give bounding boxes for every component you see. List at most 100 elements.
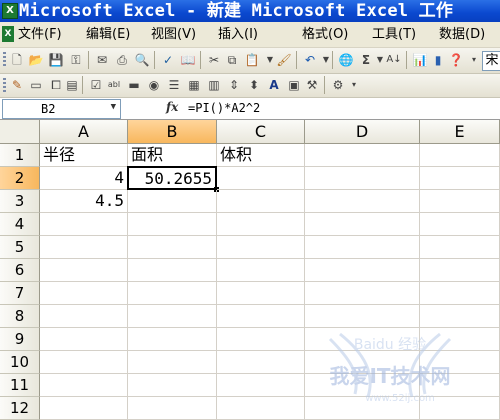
chart-wizard-icon[interactable]: 📊 <box>412 52 428 68</box>
name-box[interactable]: B2 ▼ <box>2 99 121 119</box>
cell-b9[interactable] <box>128 328 217 351</box>
column-header-c[interactable]: C <box>217 120 305 144</box>
cell-c2[interactable] <box>217 167 305 190</box>
cell-d3[interactable] <box>305 190 420 213</box>
column-header-b[interactable]: B <box>128 120 217 144</box>
cell-b8[interactable] <box>128 305 217 328</box>
cell-d4[interactable] <box>305 213 420 236</box>
row-header-12[interactable]: 12 <box>0 397 40 420</box>
toolbar-grip[interactable] <box>3 78 6 94</box>
row-header-6[interactable]: 6 <box>0 259 40 282</box>
label-control-icon[interactable]: ✎ <box>9 77 25 93</box>
sort-ascending-icon[interactable]: A↓ <box>386 52 402 68</box>
menu-format[interactable]: 格式(O) <box>302 22 348 47</box>
scroll-bar-icon[interactable]: ⇕ <box>226 77 242 93</box>
row-header-7[interactable]: 7 <box>0 282 40 305</box>
menu-insert[interactable]: 插入(I) <box>218 22 258 47</box>
menu-file[interactable]: 文件(F) <box>18 22 62 47</box>
cell-e6[interactable] <box>420 259 500 282</box>
column-header-a[interactable]: A <box>40 120 128 144</box>
row-header-11[interactable]: 11 <box>0 374 40 397</box>
cell-e4[interactable] <box>420 213 500 236</box>
cell-e2[interactable] <box>420 167 500 190</box>
cell-c4[interactable] <box>217 213 305 236</box>
cell-e3[interactable] <box>420 190 500 213</box>
combo-box-icon[interactable]: ▦ <box>186 77 202 93</box>
forms-toolbar-options-icon[interactable]: ▾ <box>346 77 362 93</box>
cell-e1[interactable] <box>420 144 500 167</box>
new-file-icon[interactable]: 🗋 <box>9 52 25 68</box>
select-all-corner[interactable] <box>0 120 40 144</box>
row-header-3[interactable]: 3 <box>0 190 40 213</box>
cell-a10[interactable] <box>40 351 128 374</box>
font-name-box[interactable]: 宋 <box>482 51 500 71</box>
cell-b5[interactable] <box>128 236 217 259</box>
cell-c7[interactable] <box>217 282 305 305</box>
undo-icon[interactable]: ↶ <box>302 52 318 68</box>
cell-b6[interactable] <box>128 259 217 282</box>
cell-b2[interactable]: 50.2655 <box>127 166 217 190</box>
cell-b4[interactable] <box>128 213 217 236</box>
print-icon[interactable]: ⎙ <box>114 52 130 68</box>
cell-d7[interactable] <box>305 282 420 305</box>
insert-function-icon[interactable]: fx <box>166 100 178 114</box>
copy-icon[interactable]: ⧉ <box>224 52 240 68</box>
spelling-icon[interactable]: ✓ <box>160 52 176 68</box>
cell-a2[interactable]: 4 <box>40 167 128 190</box>
text-box-icon[interactable]: A <box>266 77 282 93</box>
edit-box-icon[interactable]: ▭ <box>28 77 44 93</box>
permission-icon[interactable]: ⚿ <box>68 52 84 68</box>
checkbox-control-icon[interactable]: ☑ <box>88 77 104 93</box>
cell-a9[interactable] <box>40 328 128 351</box>
spinner-icon[interactable]: ⬍ <box>246 77 262 93</box>
formula-input[interactable]: =PI()*A2^2 <box>188 100 260 116</box>
button-control-icon[interactable]: ▤ <box>64 77 80 93</box>
row-header-4[interactable]: 4 <box>0 213 40 236</box>
hyperlink-icon[interactable]: 🌐 <box>338 52 354 68</box>
cell-b1[interactable]: 面积 <box>128 144 217 167</box>
research-icon[interactable]: 📖 <box>180 52 196 68</box>
cell-d2[interactable] <box>305 167 420 190</box>
cell-b7[interactable] <box>128 282 217 305</box>
print-preview-icon[interactable]: 🔍 <box>134 52 150 68</box>
row-header-8[interactable]: 8 <box>0 305 40 328</box>
cell-a12[interactable] <box>40 397 128 420</box>
save-icon[interactable]: 💾 <box>48 52 64 68</box>
cell-c6[interactable] <box>217 259 305 282</box>
cell-c1[interactable]: 体积 <box>217 144 305 167</box>
email-icon[interactable]: ✉ <box>94 52 110 68</box>
menu-edit[interactable]: 编辑(E) <box>86 22 130 47</box>
help-icon[interactable]: ❓ <box>448 52 464 68</box>
cell-d5[interactable] <box>305 236 420 259</box>
menu-data[interactable]: 数据(D) <box>439 22 485 47</box>
row-header-9[interactable]: 9 <box>0 328 40 351</box>
toolbar-grip[interactable] <box>3 52 6 68</box>
cell-a4[interactable] <box>40 213 128 236</box>
menu-tools[interactable]: 工具(T) <box>372 22 416 47</box>
drawing-icon[interactable]: ▮ <box>430 52 446 68</box>
cell-a7[interactable] <box>40 282 128 305</box>
row-header-2[interactable]: 2 <box>0 167 40 190</box>
control-properties-icon[interactable]: ▣ <box>286 77 302 93</box>
cell-e7[interactable] <box>420 282 500 305</box>
excel-app-icon[interactable]: X <box>2 3 18 19</box>
cell-c3[interactable] <box>217 190 305 213</box>
cell-e5[interactable] <box>420 236 500 259</box>
paste-icon[interactable]: 📋 <box>244 52 260 68</box>
cell-b3[interactable] <box>128 190 217 213</box>
cell-a3[interactable]: 4.5 <box>40 190 128 213</box>
cell-a6[interactable] <box>40 259 128 282</box>
cell-a11[interactable] <box>40 374 128 397</box>
cell-d6[interactable] <box>305 259 420 282</box>
cell-c5[interactable] <box>217 236 305 259</box>
toolbar-options-icon[interactable]: ▾ <box>466 52 482 68</box>
cell-b12[interactable] <box>128 397 217 420</box>
cell-a8[interactable] <box>40 305 128 328</box>
name-box-dropdown-icon[interactable]: ▼ <box>111 102 116 112</box>
edit-code-icon[interactable]: ⚒ <box>304 77 320 93</box>
menu-view[interactable]: 视图(V) <box>151 22 196 47</box>
combo-dropdown-icon[interactable]: ▥ <box>206 77 222 93</box>
format-painter-icon[interactable]: 🖌 <box>276 52 292 68</box>
cell-b11[interactable] <box>128 374 217 397</box>
open-folder-icon[interactable]: 📂 <box>28 52 44 68</box>
